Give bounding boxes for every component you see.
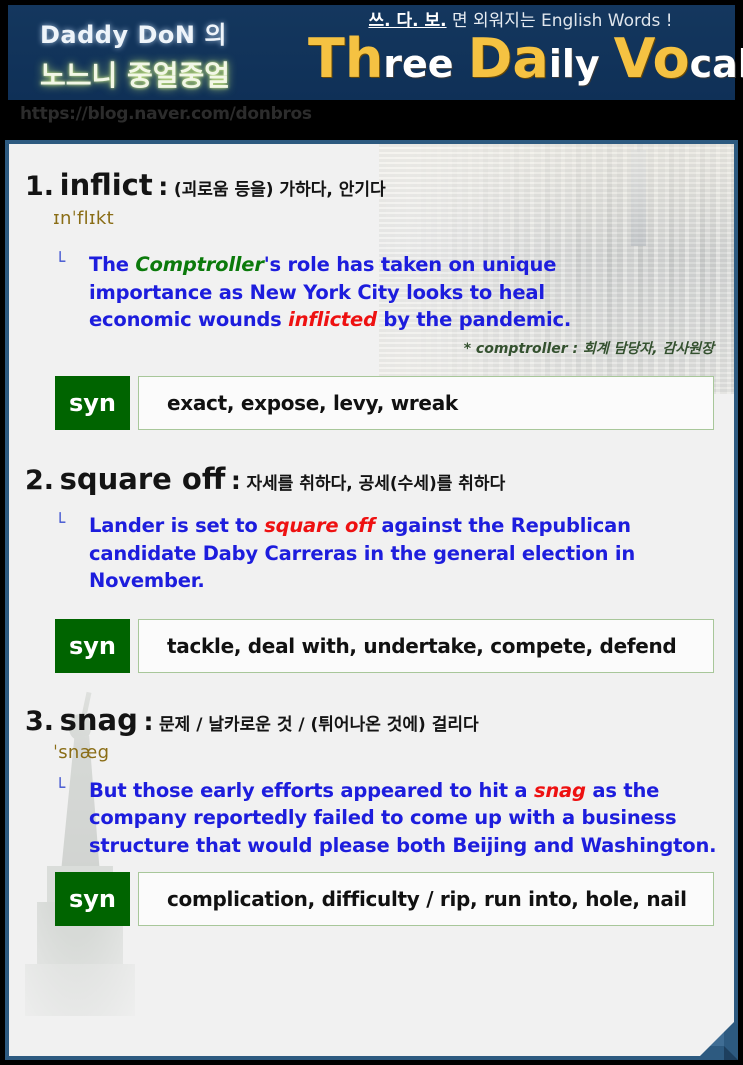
entry-3-syn-box: complication, difficulty / rip, run into… (138, 871, 714, 926)
content-card: 1. inflict : (괴로움 등을) 가하다, 안기다 ɪnˈflɪkt … (9, 144, 734, 1056)
entry-3-example-pre: But those early efforts appeared to hit … (89, 778, 534, 802)
entry-2-word: square off (59, 461, 226, 496)
entry-3-headline: 3. snag : 문제 / 날카로운 것 / (튀어나온 것에) 걸리다 (25, 702, 734, 737)
entry-2-meaning: 자세를 취하다, 공세(수세)를 취하다 (246, 473, 506, 494)
entry-2-syn-label: syn (55, 618, 130, 673)
blog-url[interactable]: https://blog.naver.com/donbros (20, 104, 312, 124)
entry-1-pronunciation: ɪnˈflɪkt (53, 207, 114, 229)
vocab-list: 1. inflict : (괴로움 등을) 가하다, 안기다 ɪnˈflɪkt … (9, 144, 734, 926)
entry-3-synonym-row: syn complication, difficulty / rip, run … (55, 871, 714, 926)
entry-1-bullet-icon: └ (55, 251, 66, 272)
entry-3-colon: : (143, 706, 154, 736)
entry-1-headline: 1. inflict : (괴로움 등을) 가하다, 안기다 (25, 168, 734, 202)
title-part-da: Da (467, 27, 549, 91)
entry-3-bullet-icon: └ (55, 777, 66, 798)
entry-1-example-pre: The (89, 252, 136, 276)
entry-2-syn-text: tackle, deal with, undertake, compete, d… (167, 633, 677, 658)
entry-1-example-highlight: inflicted (288, 308, 377, 332)
entry-2-syn-box: tackle, deal with, undertake, compete, d… (138, 618, 714, 673)
title-part-ree: ree (383, 42, 454, 87)
entry-1-syn-box: exact, expose, levy, wreak (138, 375, 714, 430)
page-header: Daddy DoN 의 노느니 중얼중얼 쓰. 다. 보. 면 외워지는 Eng… (0, 0, 743, 137)
header-banner: Daddy DoN 의 노느니 중얼중얼 쓰. 다. 보. 면 외워지는 Eng… (8, 5, 743, 100)
entry-3-number: 3. (25, 705, 55, 737)
entry-2-number: 2. (25, 464, 55, 496)
entry-3-syn-label: syn (55, 871, 130, 926)
entry-1-meaning: (괴로움 등을) 가하다, 안기다 (173, 180, 386, 200)
entry-2-example-pre: Lander is set to (89, 513, 265, 537)
entry-3-meaning: 문제 / 날카로운 것 / (튀어나온 것에) 걸리다 (159, 714, 479, 735)
entry-1-example-text: The Comptroller's role has taken on uniq… (89, 251, 634, 334)
entry-3-syn-text: complication, difficulty / rip, run into… (167, 886, 687, 911)
content-frame: 1. inflict : (괴로움 등을) 가하다, 안기다 ɪnˈflɪkt … (5, 140, 738, 1060)
entry-1-word: inflict (59, 168, 153, 202)
title-block: 쓰. 다. 보. 면 외워지는 English Words ! Three Dai… (308, 11, 743, 87)
title-part-th: Th (308, 27, 384, 91)
entry-1-syn-label: syn (55, 375, 130, 430)
entry-2-example-text: Lander is set to square off against the … (89, 512, 714, 595)
brand-subtitle-korean: 노느니 중얼중얼 (40, 59, 231, 92)
entry-1-colon: : (158, 172, 169, 201)
entry-2-synonym-row: syn tackle, deal with, undertake, compet… (55, 618, 714, 673)
entry-1-synonym-row: syn exact, expose, levy, wreak (55, 375, 714, 430)
entry-2-headline: 2. square off : 자세를 취하다, 공세(수세)를 취하다 (25, 461, 734, 496)
vocab-entry-1: 1. inflict : (괴로움 등을) 가하다, 안기다 ɪnˈflɪkt … (9, 144, 734, 430)
title-part-ily: ily (548, 42, 600, 87)
entry-2-bullet-icon: └ (55, 512, 66, 533)
title-part-cabs: cabs (689, 42, 743, 87)
entry-2-example-row: └ Lander is set to square off against th… (55, 512, 734, 595)
title-part-vo: Vo (613, 27, 690, 91)
page-fold-corner-icon (696, 1018, 738, 1060)
brand-name: Daddy DoN 의 (40, 21, 227, 49)
entry-3-example-highlight: snag (533, 778, 586, 802)
entry-1-syn-text: exact, expose, levy, wreak (167, 390, 458, 415)
main-title: ThreeDailyVocabs (308, 32, 743, 87)
vocab-entry-2: 2. square off : 자세를 취하다, 공세(수세)를 취하다 └ L… (9, 430, 734, 673)
entry-2-example-highlight: square off (264, 513, 375, 537)
vocab-entry-3: 3. snag : 문제 / 날카로운 것 / (튀어나온 것에) 걸리다 ˈs… (9, 673, 734, 926)
entry-3-word: snag (59, 702, 138, 737)
entry-3-example-row: └ But those early efforts appeared to hi… (55, 777, 734, 860)
entry-1-example-green-term: Comptroller (135, 252, 264, 276)
entry-1-example-row: └ The Comptroller's role has taken on un… (55, 251, 734, 334)
entry-1-footnote: * comptroller : 회계 담당자, 감사원장 (463, 340, 714, 357)
entry-1-number: 1. (25, 171, 55, 202)
entry-3-pronunciation: ˈsnæg (53, 741, 110, 763)
entry-3-example-text: But those early efforts appeared to hit … (89, 777, 718, 860)
brand-block: Daddy DoN 의 노느니 중얼중얼 (40, 15, 300, 94)
entry-2-colon: : (230, 465, 241, 495)
entry-1-example-post: by the pandemic. (376, 308, 572, 332)
